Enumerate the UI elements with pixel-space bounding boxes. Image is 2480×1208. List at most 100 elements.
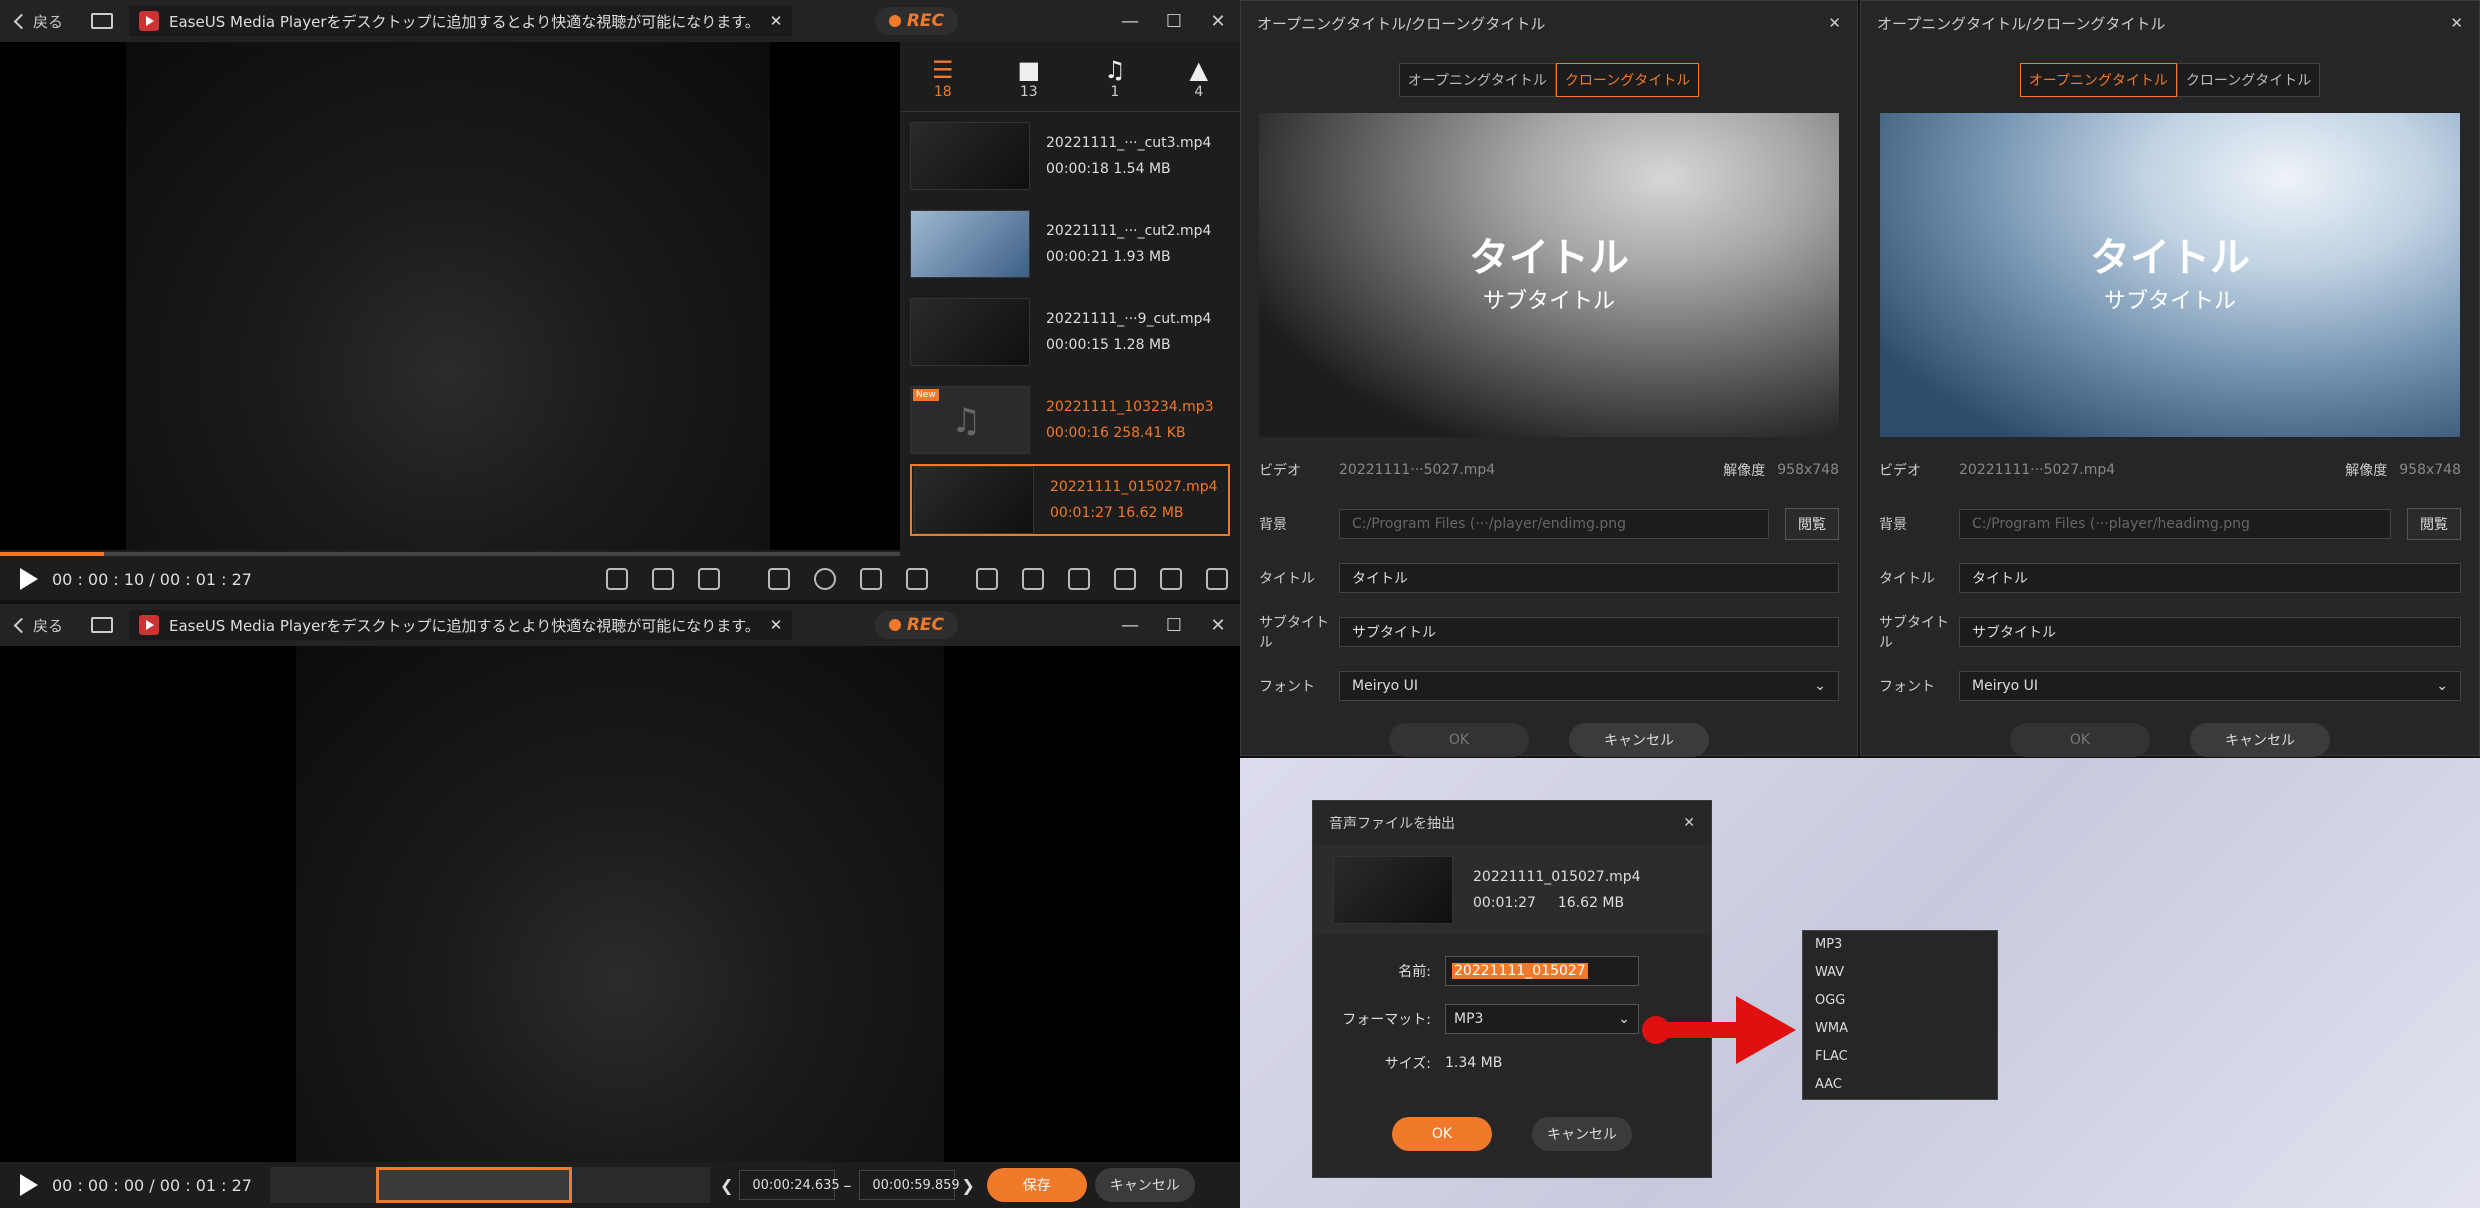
cancel-button[interactable]: キャンセル	[1569, 723, 1709, 757]
background-path-field[interactable]: C:/Program Files (···player/headimg.png	[1959, 509, 2391, 539]
list-icon: ☰	[931, 56, 954, 84]
media-item-selected[interactable]: 20221111_015027.mp4 00:01:27 16.62 MB	[910, 464, 1230, 536]
play-icon[interactable]	[20, 568, 38, 590]
media-name: 20221111_103234.mp3	[1046, 399, 1214, 415]
font-value: Meiryo UI	[1352, 678, 1419, 694]
minimize-button[interactable]: —	[1108, 615, 1152, 636]
speed-icon[interactable]	[814, 568, 836, 590]
video-area[interactable]	[0, 42, 900, 550]
cancel-button[interactable]: キャンセル	[1094, 1168, 1195, 1202]
maximize-button[interactable]: ☐	[1152, 11, 1196, 32]
tab-music[interactable]: ♫ 1	[1104, 56, 1126, 111]
tab-closing-title[interactable]: クローングタイトル	[1555, 63, 1700, 97]
subtitle-input[interactable]: サブタイトル	[1959, 617, 2461, 647]
notice-text: EaseUS Media Playerをデスクトップに追加するとより快適な視聴が…	[169, 12, 760, 31]
player-window-top: 戻る EaseUS Media Playerをデスクトップに追加するとより快適な…	[0, 0, 1240, 600]
format-option-mp3[interactable]: MP3	[1803, 931, 1997, 959]
title-label: タイトル	[1259, 571, 1315, 587]
name-label: 名前:	[1398, 964, 1431, 980]
start-time-input[interactable]: 00:00:24.635	[739, 1170, 840, 1200]
camera-icon[interactable]	[768, 568, 790, 590]
desktop-icon[interactable]	[91, 13, 114, 29]
maximize-button[interactable]: ☐	[1152, 615, 1196, 636]
browse-button[interactable]: 閲覧	[2407, 508, 2461, 540]
media-item[interactable]: New ♫ 20221111_103234.mp3 00:00:16 258.41 K…	[900, 376, 1240, 464]
trim-selection[interactable]	[375, 1167, 572, 1203]
media-item[interactable]: 20221111_···_cut3.mp4 00:00:18 1.54 MB	[900, 112, 1240, 200]
title-preview: タイトル サブタイトル	[1259, 113, 1839, 437]
close-icon[interactable]: ✕	[1683, 815, 1695, 831]
rec-button[interactable]: REC	[874, 7, 958, 35]
rec-button[interactable]: REC	[874, 611, 958, 639]
folder-icon[interactable]	[1206, 568, 1228, 590]
chevron-left-icon[interactable]: ❮	[720, 1176, 733, 1195]
ok-button[interactable]: OK	[1392, 1117, 1492, 1151]
volume-icon[interactable]	[860, 568, 882, 590]
ok-button[interactable]: OK	[1389, 723, 1529, 757]
video-label: ビデオ	[1259, 463, 1301, 479]
back-button[interactable]: 戻る	[0, 615, 79, 636]
desktop-notice: EaseUS Media Playerをデスクトップに追加するとより快適な視聴が…	[129, 6, 793, 36]
play-icon[interactable]	[20, 1174, 38, 1196]
media-item[interactable]: 20221111_···9_cut.mp4 00:00:15 1.28 MB	[900, 288, 1240, 376]
video-area[interactable]	[0, 646, 1240, 1162]
chevron-right-icon[interactable]: ❯	[961, 1176, 974, 1195]
minimize-button[interactable]: —	[1108, 11, 1152, 32]
format-option-wma[interactable]: WMA	[1803, 1015, 1997, 1043]
close-button[interactable]: ✕	[1196, 615, 1240, 636]
close-notice-icon[interactable]: ✕	[770, 616, 783, 634]
progress-track[interactable]	[0, 552, 900, 556]
tab-closing-title[interactable]: クローングタイトル	[2176, 63, 2321, 97]
media-item[interactable]: 20221111_···_cut2.mp4 00:00:21 1.93 MB	[900, 200, 1240, 288]
browse-button[interactable]: 閲覧	[1785, 508, 1839, 540]
format-option-flac[interactable]: FLAC	[1803, 1043, 1997, 1071]
cancel-button[interactable]: キャンセル	[2190, 723, 2330, 757]
end-time-input[interactable]: 00:00:59.859	[859, 1170, 960, 1200]
cancel-button[interactable]: キャンセル	[1532, 1117, 1632, 1151]
close-notice-icon[interactable]: ✕	[770, 12, 783, 30]
ok-button[interactable]: OK	[2010, 723, 2150, 757]
close-icon[interactable]: ✕	[1828, 14, 1841, 32]
format-option-ogg[interactable]: OGG	[1803, 987, 1997, 1015]
sort-icon[interactable]	[1022, 568, 1044, 590]
title-dialog-opening: オープニングタイトル/クローングタイトル ✕ オープニングタイトル クローングタイト…	[1860, 0, 2480, 757]
title-label: タイトル	[1879, 571, 1935, 587]
title-input[interactable]: タイトル	[1959, 563, 2461, 593]
format-option-wav[interactable]: WAV	[1803, 959, 1997, 987]
edit-icon[interactable]	[976, 568, 998, 590]
search-folder-icon[interactable]	[1068, 568, 1090, 590]
back-label: 戻る	[33, 616, 64, 635]
source-duration: 00:01:27	[1473, 895, 1536, 911]
back-label: 戻る	[33, 12, 64, 31]
subtitle-input[interactable]: サブタイトル	[1339, 617, 1839, 647]
close-button[interactable]: ✕	[1196, 11, 1240, 32]
tab-opening-title[interactable]: オープニングタイトル	[1398, 63, 1556, 97]
trim-timeline[interactable]	[269, 1167, 710, 1203]
back-button[interactable]: 戻る	[0, 11, 79, 32]
background-path-field[interactable]: C:/Program Files (···/player/endimg.png	[1339, 509, 1769, 539]
trim-controls: 00 : 00 : 00 / 00 : 01 : 27 ❮ 00:00:24.6…	[0, 1162, 1240, 1208]
desktop-icon[interactable]	[91, 617, 114, 633]
close-icon[interactable]: ✕	[2450, 14, 2463, 32]
delete-icon[interactable]	[1114, 568, 1136, 590]
import-icon[interactable]	[1160, 568, 1182, 590]
preview-subtitle-text: サブタイトル	[1482, 289, 1615, 314]
tab-image[interactable]: ▲ 4	[1190, 56, 1208, 111]
font-select[interactable]: Meiryo UI ⌄	[1959, 671, 2461, 701]
format-option-aac[interactable]: AAC	[1803, 1071, 1997, 1099]
format-select[interactable]: MP3 ⌄	[1445, 1004, 1639, 1034]
tab-opening-title[interactable]: オープニングタイトル	[2019, 63, 2177, 97]
title-input[interactable]: タイトル	[1339, 563, 1839, 593]
tab-video[interactable]: ■ 13	[1017, 56, 1040, 111]
pip-icon[interactable]	[698, 568, 720, 590]
name-input[interactable]: 20221111_015027	[1445, 956, 1639, 986]
tab-all[interactable]: ☰ 18	[932, 56, 954, 111]
scissors-icon[interactable]	[606, 568, 628, 590]
media-name: 20221111_···9_cut.mp4	[1046, 311, 1212, 327]
tab-count: 13	[1019, 84, 1038, 100]
font-select[interactable]: Meiryo UI ⌄	[1339, 671, 1839, 701]
crop-icon[interactable]	[652, 568, 674, 590]
fullscreen-icon[interactable]	[906, 568, 928, 590]
save-button[interactable]: 保存	[986, 1168, 1087, 1202]
resolution-value: 958x748	[1777, 462, 1839, 478]
